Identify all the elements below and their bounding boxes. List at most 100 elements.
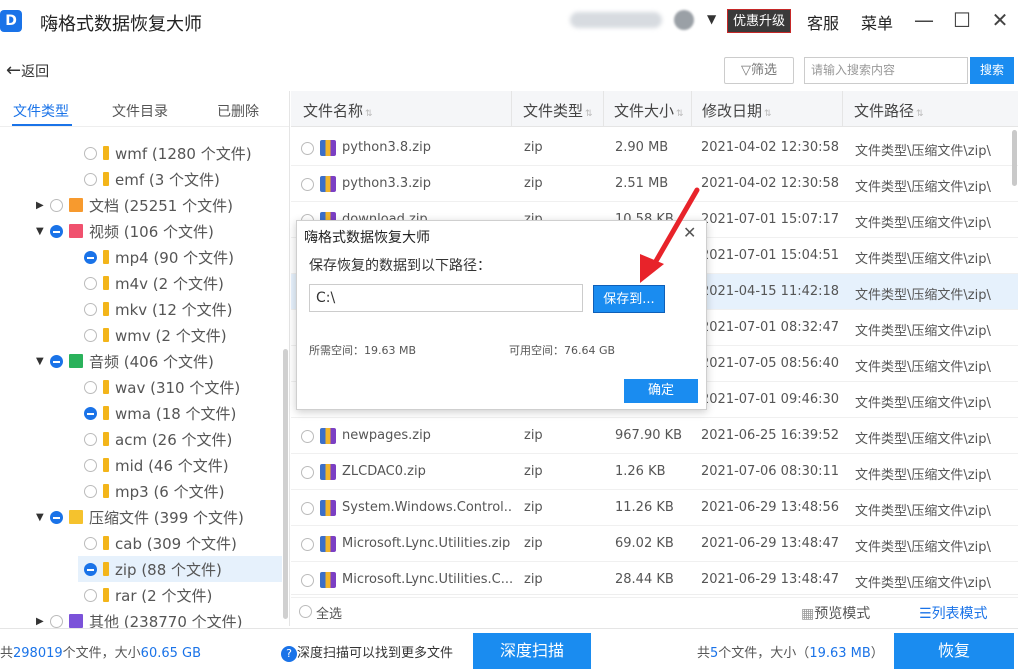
cell-name: ZLCDAC0.zip: [342, 464, 426, 479]
tree-item[interactable]: ▼ 压缩文件 (399 个文件): [36, 504, 282, 530]
save-to-button[interactable]: 保存到...: [593, 285, 665, 313]
tree-checkbox[interactable]: [84, 588, 97, 602]
tree-item[interactable]: ▼ 音频 (406 个文件): [36, 348, 282, 374]
cell-date: 2021-07-01 15:04:51: [701, 248, 840, 263]
search-input[interactable]: 请输入搜索内容: [804, 57, 968, 84]
tree-item[interactable]: emf (3 个文件): [78, 166, 282, 192]
triangle-down-icon[interactable]: ▼: [36, 512, 50, 523]
tree-checkbox[interactable]: [84, 432, 97, 446]
available-space-label: 可用空间：: [509, 344, 564, 357]
tree-checkbox[interactable]: [50, 510, 63, 524]
selection-size: 19.63 MB: [809, 646, 871, 661]
menu-button[interactable]: 菜单: [861, 10, 893, 34]
tree-item[interactable]: ▶ 文档 (25251 个文件): [36, 192, 282, 218]
ok-button[interactable]: 确定: [624, 379, 698, 403]
column-header-size[interactable]: 文件大小 ⇅: [614, 100, 684, 121]
tree-item-label: 视频 (106 个文件): [89, 222, 214, 241]
filter-button[interactable]: ▽筛选: [724, 57, 794, 84]
tree-checkbox[interactable]: [84, 250, 97, 264]
avatar[interactable]: [674, 10, 694, 30]
select-all-checkbox[interactable]: [299, 605, 312, 618]
user-name[interactable]: [570, 12, 662, 28]
back-button[interactable]: ←返回: [6, 60, 49, 81]
triangle-right-icon[interactable]: ▶: [36, 616, 50, 627]
dialog-close-icon[interactable]: ✕: [683, 223, 696, 242]
table-row[interactable]: Microsoft.Lync.Utilities.zip zip 69.02 KB 2…: [291, 526, 1018, 562]
list-mode-button[interactable]: ☰列表模式: [919, 603, 988, 623]
row-checkbox[interactable]: [301, 538, 314, 551]
tree-checkbox[interactable]: [84, 562, 97, 576]
recover-button[interactable]: 恢复: [894, 633, 1014, 669]
user-dropdown-icon[interactable]: ▼: [707, 12, 716, 26]
triangle-right-icon[interactable]: ▶: [36, 200, 50, 211]
tree-checkbox[interactable]: [50, 198, 63, 212]
tab-file-type[interactable]: 文件类型: [13, 101, 69, 121]
tree-item[interactable]: wma (18 个文件): [78, 400, 282, 426]
tree-item[interactable]: mid (46 个文件): [78, 452, 282, 478]
column-header-type[interactable]: 文件类型 ⇅: [523, 100, 593, 121]
table-row[interactable]: python3.3.zip zip 2.51 MB 2021-04-02 12:30:…: [291, 166, 1018, 202]
cell-path: 文件类型\压缩文件\zip\: [855, 216, 991, 231]
tree-item[interactable]: wmf (1280 个文件): [78, 140, 282, 166]
tree-item[interactable]: cab (309 个文件): [78, 530, 282, 556]
table-scrollbar[interactable]: [1012, 130, 1017, 186]
tree-checkbox[interactable]: [84, 146, 97, 160]
tree-item[interactable]: mp3 (6 个文件): [78, 478, 282, 504]
table-row[interactable]: System.Windows.Control... zip 11.26 KB 2021…: [291, 490, 1018, 526]
cell-type: zip: [524, 176, 543, 191]
tab-deleted[interactable]: 已删除: [217, 101, 259, 121]
deep-scan-button[interactable]: 深度扫描: [473, 633, 591, 669]
tree-checkbox[interactable]: [84, 276, 97, 290]
folder-icon: [103, 302, 109, 316]
row-checkbox[interactable]: [301, 142, 314, 155]
triangle-down-icon[interactable]: ▼: [36, 226, 50, 237]
customer-service-button[interactable]: 客服: [807, 10, 839, 34]
tree-checkbox[interactable]: [84, 484, 97, 498]
tree-checkbox[interactable]: [84, 328, 97, 342]
tree-checkbox[interactable]: [84, 458, 97, 472]
zip-file-icon: [320, 176, 336, 192]
table-row[interactable]: newpages.zip zip 967.90 KB 2021-06-25 16:39…: [291, 418, 1018, 454]
tree-item[interactable]: acm (26 个文件): [78, 426, 282, 452]
tab-file-directory[interactable]: 文件目录: [112, 101, 168, 121]
tree-checkbox[interactable]: [84, 302, 97, 316]
table-row[interactable]: Microsoft.Lync.Utilities.C... zip 28.44 KB…: [291, 562, 1018, 598]
tree-item[interactable]: m4v (2 个文件): [78, 270, 282, 296]
table-row[interactable]: python3.8.zip zip 2.90 MB 2021-04-02 12:30:…: [291, 130, 1018, 166]
maximize-button[interactable]: ☐: [948, 6, 976, 34]
tree-item[interactable]: zip (88 个文件): [78, 556, 282, 582]
select-all-label[interactable]: 全选: [316, 603, 342, 622]
preview-mode-button[interactable]: ▦预览模式: [801, 603, 870, 623]
folder-icon: [103, 406, 109, 420]
triangle-down-icon[interactable]: ▼: [36, 356, 50, 367]
left-scrollbar[interactable]: [283, 349, 288, 619]
folder-icon: [103, 328, 109, 342]
tree-checkbox[interactable]: [50, 614, 63, 628]
column-header-path[interactable]: 文件路径 ⇅: [854, 100, 924, 121]
column-header-name[interactable]: 文件名称 ⇅: [303, 100, 373, 121]
promo-upgrade-button[interactable]: 优惠升级: [727, 9, 791, 33]
tree-checkbox[interactable]: [84, 406, 97, 420]
table-row[interactable]: ZLCDAC0.zip zip 1.26 KB 2021-07-06 08:30:11…: [291, 454, 1018, 490]
save-path-input[interactable]: C:\: [309, 284, 583, 312]
tree-item[interactable]: wmv (2 个文件): [78, 322, 282, 348]
tree-checkbox[interactable]: [84, 380, 97, 394]
tree-item[interactable]: rar (2 个文件): [78, 582, 282, 608]
tree-checkbox[interactable]: [84, 536, 97, 550]
column-header-date[interactable]: 修改日期 ⇅: [702, 100, 772, 121]
minimize-button[interactable]: —: [910, 6, 938, 34]
tree-item[interactable]: mp4 (90 个文件): [78, 244, 282, 270]
tree-item[interactable]: ▼ 视频 (106 个文件): [36, 218, 282, 244]
tree-checkbox[interactable]: [50, 354, 63, 368]
tree-item[interactable]: mkv (12 个文件): [78, 296, 282, 322]
tree-item[interactable]: wav (310 个文件): [78, 374, 282, 400]
row-checkbox[interactable]: [301, 466, 314, 479]
tree-checkbox[interactable]: [50, 224, 63, 238]
tree-checkbox[interactable]: [84, 172, 97, 186]
close-button[interactable]: ✕: [986, 6, 1014, 34]
row-checkbox[interactable]: [301, 574, 314, 587]
row-checkbox[interactable]: [301, 178, 314, 191]
row-checkbox[interactable]: [301, 430, 314, 443]
search-button[interactable]: 搜索: [970, 57, 1014, 84]
row-checkbox[interactable]: [301, 502, 314, 515]
